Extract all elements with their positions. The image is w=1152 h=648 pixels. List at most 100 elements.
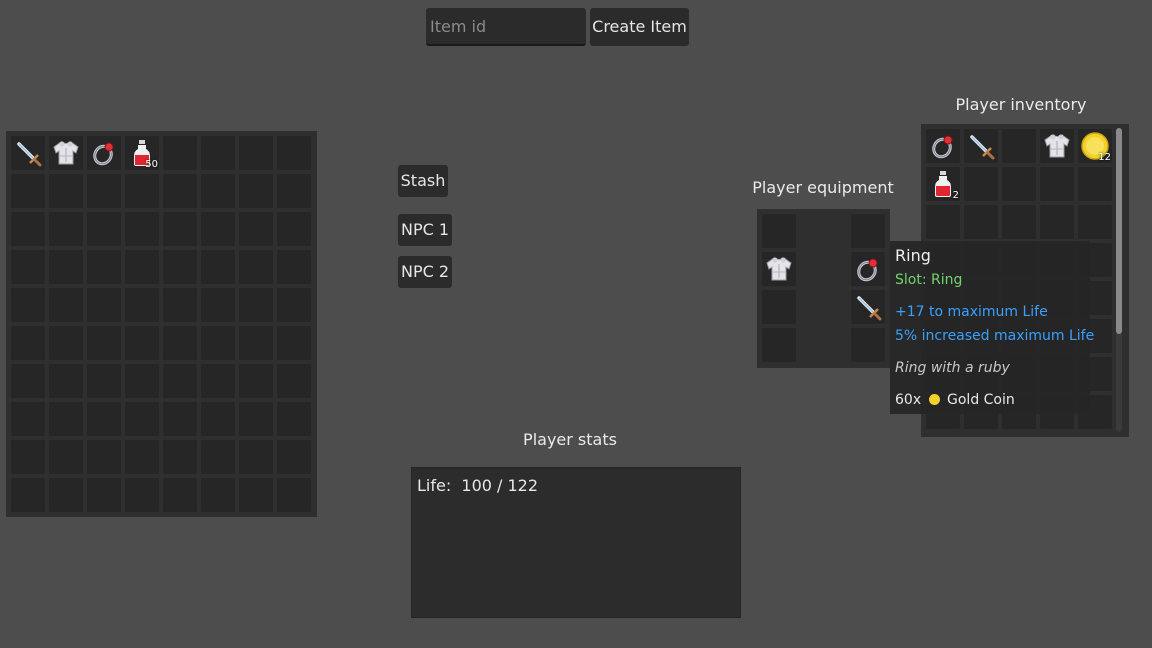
stash-slot[interactable] — [125, 364, 159, 398]
inventory-slot[interactable] — [1002, 129, 1036, 163]
stash-slot[interactable] — [201, 174, 235, 208]
inventory-slot[interactable] — [1002, 205, 1036, 239]
stash-slot[interactable] — [163, 288, 197, 322]
stash-slot[interactable] — [277, 288, 311, 322]
stash-slot[interactable] — [163, 364, 197, 398]
inventory-slot[interactable]: 12 — [1078, 129, 1112, 163]
stash-slot[interactable] — [239, 212, 273, 246]
stash-slot[interactable] — [201, 250, 235, 284]
stash-slot[interactable] — [277, 402, 311, 436]
stash-slot[interactable] — [277, 174, 311, 208]
stash-slot[interactable] — [239, 478, 273, 512]
stash-slot[interactable] — [11, 288, 45, 322]
stash-slot[interactable] — [49, 440, 83, 474]
stash-slot[interactable] — [87, 402, 121, 436]
stash-slot[interactable] — [239, 136, 273, 170]
inventory-slot[interactable]: 2 — [926, 167, 960, 201]
stash-slot[interactable] — [11, 478, 45, 512]
stash-slot[interactable] — [239, 326, 273, 360]
equipment-slot[interactable] — [762, 328, 796, 362]
stash-slot[interactable] — [11, 326, 45, 360]
stash-slot[interactable] — [125, 478, 159, 512]
stash-slot[interactable] — [11, 250, 45, 284]
equipment-slot[interactable] — [851, 214, 885, 248]
inventory-slot[interactable] — [1078, 167, 1112, 201]
equipment-slot[interactable] — [851, 252, 885, 286]
npc-1-button[interactable]: NPC 1 — [398, 214, 452, 246]
stash-slot[interactable] — [201, 440, 235, 474]
stash-slot[interactable] — [125, 250, 159, 284]
stash-slot[interactable] — [87, 364, 121, 398]
stash-slot[interactable] — [163, 402, 197, 436]
stash-slot[interactable] — [239, 364, 273, 398]
stash-slot[interactable] — [239, 250, 273, 284]
stash-slot[interactable] — [163, 136, 197, 170]
stash-slot[interactable] — [163, 250, 197, 284]
stash-slot[interactable] — [163, 326, 197, 360]
stash-slot[interactable] — [277, 326, 311, 360]
inventory-scroll-thumb[interactable] — [1116, 128, 1122, 334]
stash-slot[interactable] — [49, 212, 83, 246]
stash-slot[interactable] — [201, 402, 235, 436]
inventory-slot[interactable] — [964, 129, 998, 163]
equipment-slot[interactable] — [851, 328, 885, 362]
inventory-slot[interactable] — [926, 129, 960, 163]
stash-slot[interactable] — [125, 402, 159, 436]
stash-slot[interactable] — [277, 136, 311, 170]
stash-slot[interactable] — [163, 478, 197, 512]
equipment-slot[interactable] — [762, 252, 796, 286]
stash-slot[interactable] — [11, 402, 45, 436]
stash-slot[interactable] — [11, 212, 45, 246]
item-id-input[interactable] — [426, 8, 586, 46]
stash-slot[interactable] — [277, 440, 311, 474]
stash-slot[interactable] — [125, 288, 159, 322]
stash-slot[interactable] — [201, 136, 235, 170]
stash-slot[interactable] — [239, 402, 273, 436]
stash-slot[interactable] — [87, 136, 121, 170]
stash-slot[interactable] — [239, 440, 273, 474]
inventory-slot[interactable] — [1002, 167, 1036, 201]
stash-slot[interactable] — [277, 478, 311, 512]
stash-slot[interactable] — [201, 288, 235, 322]
stash-slot[interactable] — [201, 212, 235, 246]
npc-2-button[interactable]: NPC 2 — [398, 256, 452, 288]
stash-slot[interactable] — [87, 326, 121, 360]
inventory-slot[interactable] — [1040, 167, 1074, 201]
inventory-slot[interactable] — [926, 205, 960, 239]
stash-slot[interactable] — [201, 326, 235, 360]
stash-slot[interactable] — [239, 174, 273, 208]
stash-slot[interactable] — [163, 174, 197, 208]
stash-slot[interactable] — [239, 288, 273, 322]
stash-slot[interactable] — [125, 174, 159, 208]
stash-slot[interactable] — [49, 174, 83, 208]
stash-slot[interactable] — [49, 250, 83, 284]
stash-slot[interactable] — [163, 440, 197, 474]
stash-slot[interactable] — [87, 174, 121, 208]
inventory-slot[interactable] — [964, 205, 998, 239]
stash-slot[interactable] — [11, 440, 45, 474]
stash-slot[interactable] — [87, 250, 121, 284]
equipment-slot[interactable] — [851, 290, 885, 324]
stash-slot[interactable] — [125, 212, 159, 246]
stash-button[interactable]: Stash — [398, 165, 448, 197]
stash-slot[interactable] — [277, 250, 311, 284]
stash-slot[interactable] — [11, 174, 45, 208]
stash-slot[interactable] — [49, 364, 83, 398]
equipment-slot[interactable] — [762, 290, 796, 324]
stash-slot[interactable] — [277, 212, 311, 246]
inventory-slot[interactable] — [1078, 205, 1112, 239]
stash-slot[interactable] — [201, 364, 235, 398]
stash-slot[interactable] — [201, 478, 235, 512]
create-item-button[interactable]: Create Item — [590, 8, 689, 46]
stash-slot[interactable] — [49, 136, 83, 170]
inventory-slot[interactable] — [1040, 205, 1074, 239]
inventory-slot[interactable] — [1040, 129, 1074, 163]
stash-slot[interactable] — [277, 364, 311, 398]
stash-slot[interactable] — [49, 326, 83, 360]
equipment-slot[interactable] — [762, 214, 796, 248]
stash-slot[interactable] — [163, 212, 197, 246]
stash-slot[interactable] — [49, 288, 83, 322]
stash-slot[interactable]: 50 — [125, 136, 159, 170]
stash-slot[interactable] — [87, 440, 121, 474]
stash-slot[interactable] — [125, 440, 159, 474]
